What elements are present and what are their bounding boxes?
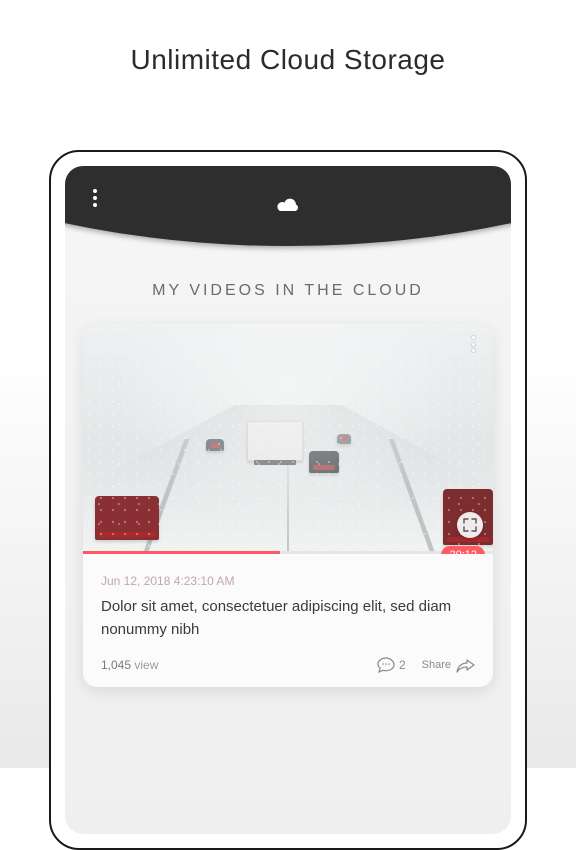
view-count: 1,045 view (101, 658, 158, 672)
share-label: Share (422, 659, 451, 671)
video-description: Dolor sit amet, consectetuer adipiscing … (101, 596, 475, 641)
section-title: MY VIDEOS IN THE CLOUD (65, 282, 511, 300)
share-button[interactable]: Share (422, 657, 475, 673)
cloud-icon (274, 195, 302, 220)
video-thumbnail[interactable]: 20:12 (83, 324, 493, 554)
video-timestamp: Jun 12, 2018 4:23:10 AM (101, 574, 475, 588)
video-progress-track[interactable] (83, 551, 493, 554)
video-card: 20:12 Jun 12, 2018 4:23:10 AM Dolor sit … (83, 324, 493, 687)
video-progress-fill (83, 551, 280, 554)
header-menu-button[interactable] (83, 186, 107, 210)
comment-count: 2 (399, 658, 406, 672)
marketing-headline: Unlimited Cloud Storage (0, 0, 576, 76)
app-header (65, 166, 511, 276)
video-duration-badge: 20:12 (441, 546, 485, 554)
app-screen: MY VIDEOS IN THE CLOUD (65, 166, 511, 834)
video-options-button[interactable] (463, 334, 483, 354)
comment-icon (377, 657, 395, 673)
device-frame: MY VIDEOS IN THE CLOUD (49, 150, 527, 850)
comments-button[interactable]: 2 (377, 657, 406, 673)
fullscreen-icon (463, 518, 477, 532)
share-icon (455, 657, 475, 673)
fullscreen-button[interactable] (457, 512, 483, 538)
video-meta: Jun 12, 2018 4:23:10 AM Dolor sit amet, … (83, 554, 493, 687)
